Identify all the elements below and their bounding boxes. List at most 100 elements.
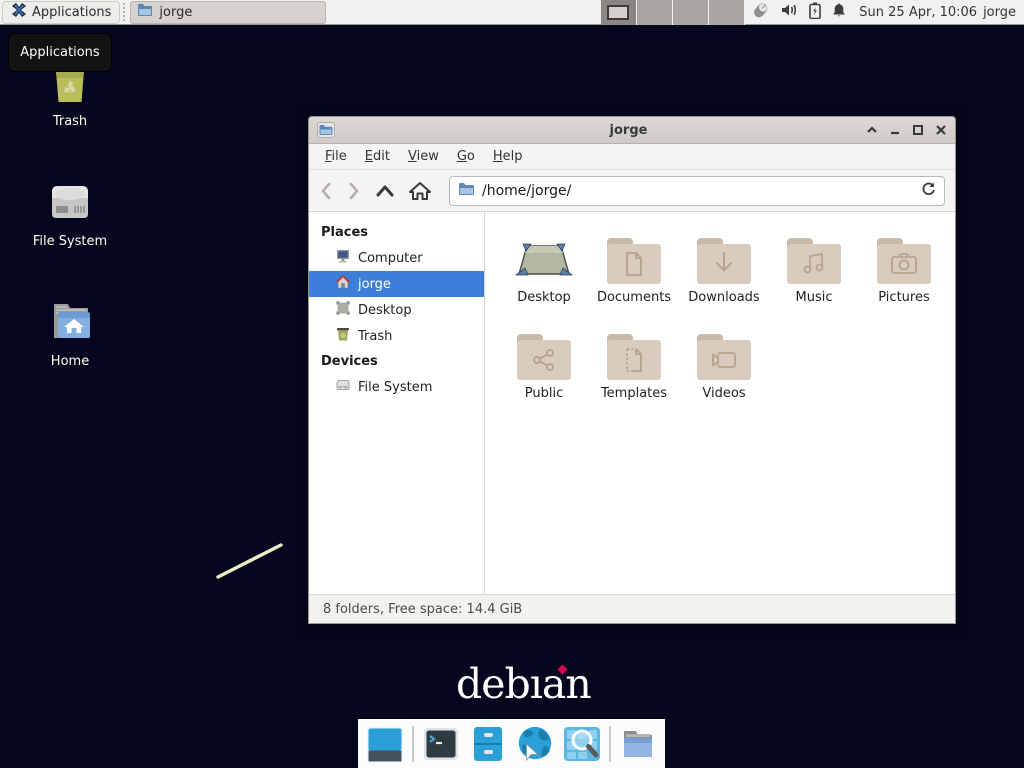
recent-folder-icon[interactable]: [618, 724, 658, 764]
volume-icon[interactable]: [781, 2, 799, 22]
drive-small-icon: [335, 377, 351, 397]
folder-label: Pictures: [878, 290, 929, 305]
sidebar-item-label: Trash: [358, 329, 392, 344]
menu-help[interactable]: Help: [485, 146, 531, 167]
path-text: /home/jorge/: [482, 183, 914, 199]
mouse-icon[interactable]: [751, 1, 771, 23]
folder-label: Videos: [702, 386, 745, 401]
folder-item-downloads[interactable]: Downloads: [679, 226, 769, 322]
panel-separator-grip: [123, 3, 127, 21]
folder-item-templates[interactable]: Templates: [589, 322, 679, 418]
desktop-icon: [335, 300, 351, 320]
folder-item-documents[interactable]: Documents: [589, 226, 679, 322]
folder-item-public[interactable]: Public: [499, 322, 589, 418]
sidebar-item-label: Computer: [358, 251, 423, 266]
workspace-1[interactable]: [601, 0, 637, 25]
sidebar-item-filesystem[interactable]: File System: [309, 374, 484, 400]
folder-label: Documents: [597, 290, 671, 305]
terminal-icon[interactable]: [421, 724, 461, 764]
file-view: Desktop Documents Downloads: [485, 212, 955, 594]
back-button[interactable]: [319, 182, 333, 200]
web-browser-icon[interactable]: [515, 724, 555, 764]
titlebar[interactable]: jorge: [309, 117, 955, 144]
battery-icon[interactable]: [809, 2, 821, 23]
desktop-special-icon: [515, 226, 573, 284]
shade-button[interactable]: [866, 125, 878, 135]
folder-label: Desktop: [517, 290, 571, 305]
sidebar-places-header: Places: [309, 220, 484, 245]
desktop-icon-filesystem[interactable]: File System: [15, 178, 125, 249]
file-manager-icon[interactable]: [468, 724, 508, 764]
statusbar: 8 folders, Free space: 14.4 GiB: [309, 594, 955, 623]
debian-logo: debıan: [456, 660, 591, 708]
sidebar: Places Computer: [309, 212, 485, 594]
templates-folder-icon: [607, 334, 661, 380]
home-button[interactable]: [409, 181, 431, 201]
sidebar-item-trash[interactable]: Trash: [309, 323, 484, 349]
sidebar-item-label: Desktop: [358, 303, 412, 318]
home-icon: [335, 274, 351, 294]
panel-username[interactable]: jorge: [983, 5, 1016, 20]
desktop-scribble-line: [212, 540, 292, 589]
home-label: Home: [51, 354, 89, 369]
taskbar-window-button[interactable]: jorge: [130, 1, 326, 24]
folder-label: Music: [796, 290, 833, 305]
toolbar: /home/jorge/: [309, 170, 955, 212]
filesystem-label: File System: [33, 234, 107, 249]
folder-item-music[interactable]: Music: [769, 226, 859, 322]
trash-small-icon: [335, 326, 351, 346]
sidebar-item-desktop[interactable]: Desktop: [309, 297, 484, 323]
sidebar-item-label: jorge: [358, 277, 391, 292]
app-finder-icon[interactable]: [562, 724, 602, 764]
panel-clock[interactable]: Sun 25 Apr, 10:06: [859, 5, 977, 20]
bell-icon[interactable]: [831, 2, 847, 22]
workspace-2[interactable]: [637, 0, 673, 25]
sidebar-devices-header: Devices: [309, 349, 484, 374]
workspace-4[interactable]: [709, 0, 745, 25]
minimize-button[interactable]: [889, 125, 901, 135]
desktop-icon-home[interactable]: Home: [15, 298, 125, 369]
harddrive-icon: [44, 178, 96, 228]
videos-folder-icon: [697, 334, 751, 380]
sidebar-item-label: File System: [358, 380, 432, 395]
forward-button[interactable]: [347, 182, 361, 200]
public-folder-icon: [517, 334, 571, 380]
xfce-applications-icon: [11, 2, 27, 22]
path-bar[interactable]: /home/jorge/: [449, 176, 945, 206]
computer-icon: [335, 248, 351, 268]
workspace-3[interactable]: [673, 0, 709, 25]
folder-item-desktop[interactable]: Desktop: [499, 226, 589, 322]
debian-logo-text: deb: [456, 660, 530, 708]
file-manager-window: jorge File Edit View Go Help: [308, 116, 956, 624]
downloads-folder-icon: [697, 238, 751, 284]
pictures-folder-icon: [877, 238, 931, 284]
close-button[interactable]: [935, 125, 947, 135]
dock-separator: [609, 726, 611, 762]
dock-separator: [412, 726, 414, 762]
up-button[interactable]: [375, 183, 395, 199]
home-folder-icon: [44, 298, 96, 348]
debian-logo-dotless-i: ı: [530, 660, 542, 708]
window-folder-icon: [137, 3, 153, 21]
reload-icon[interactable]: [921, 181, 936, 200]
menu-edit[interactable]: Edit: [357, 146, 398, 167]
show-desktop-icon[interactable]: [365, 724, 405, 764]
trash-label: Trash: [53, 114, 87, 129]
window-title: jorge: [391, 123, 866, 138]
debian-logo-text-2: an: [542, 660, 591, 708]
applications-menu-button[interactable]: Applications: [2, 1, 120, 24]
workspace-window-preview: [607, 5, 629, 20]
taskbar-window-label: jorge: [159, 5, 192, 20]
menu-file[interactable]: File: [317, 146, 355, 167]
folder-item-pictures[interactable]: Pictures: [859, 226, 949, 322]
folder-item-videos[interactable]: Videos: [679, 322, 769, 418]
documents-folder-icon: [607, 238, 661, 284]
workspace-pager[interactable]: [601, 0, 745, 25]
menu-go[interactable]: Go: [449, 146, 483, 167]
menu-view[interactable]: View: [400, 146, 447, 167]
sidebar-item-computer[interactable]: Computer: [309, 245, 484, 271]
sidebar-item-jorge[interactable]: jorge: [309, 271, 484, 297]
status-text: 8 folders, Free space: 14.4 GiB: [323, 602, 522, 617]
maximize-button[interactable]: [912, 125, 924, 135]
system-tray: [751, 1, 847, 23]
